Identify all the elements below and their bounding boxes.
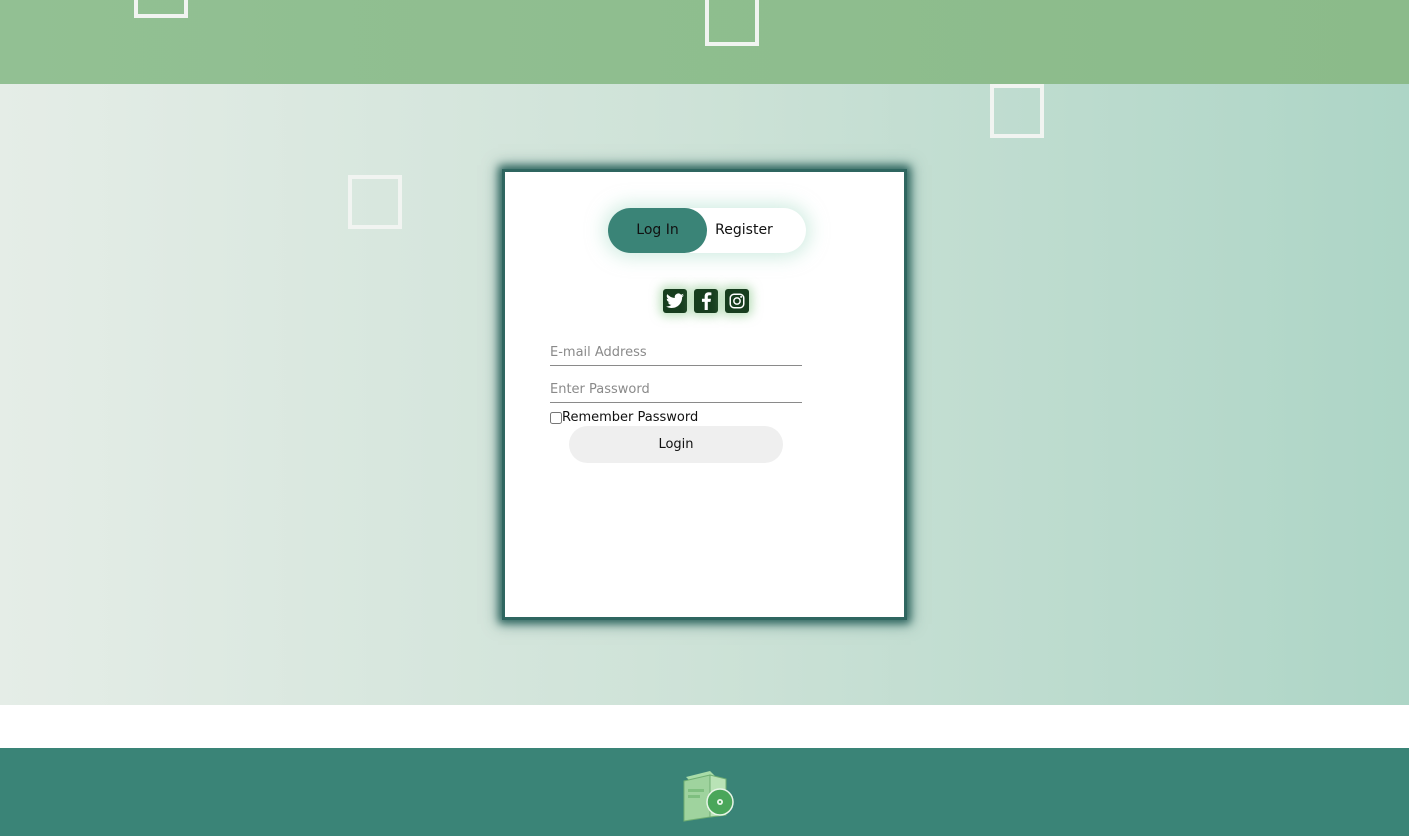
auth-toggle: Log In Register — [608, 208, 806, 253]
instagram-icon[interactable] — [725, 289, 749, 313]
login-card: Log In Register Remember Password Login — [502, 169, 907, 620]
twitter-icon[interactable] — [663, 289, 687, 313]
decorative-square — [348, 175, 402, 229]
decorative-square — [705, 0, 759, 46]
register-tab[interactable]: Register — [707, 208, 781, 253]
email-field[interactable] — [550, 339, 802, 366]
divider-strip — [0, 705, 1409, 748]
password-field[interactable] — [550, 376, 802, 403]
remember-checkbox[interactable] — [550, 411, 562, 424]
decorative-square — [134, 0, 188, 18]
facebook-icon[interactable] — [694, 289, 718, 313]
remember-password[interactable]: Remember Password — [550, 410, 698, 425]
login-tab[interactable]: Log In — [608, 208, 707, 253]
login-button[interactable]: Login — [569, 426, 783, 463]
software-box-icon — [680, 765, 736, 823]
decorative-square — [990, 84, 1044, 138]
remember-label: Remember Password — [562, 410, 699, 425]
